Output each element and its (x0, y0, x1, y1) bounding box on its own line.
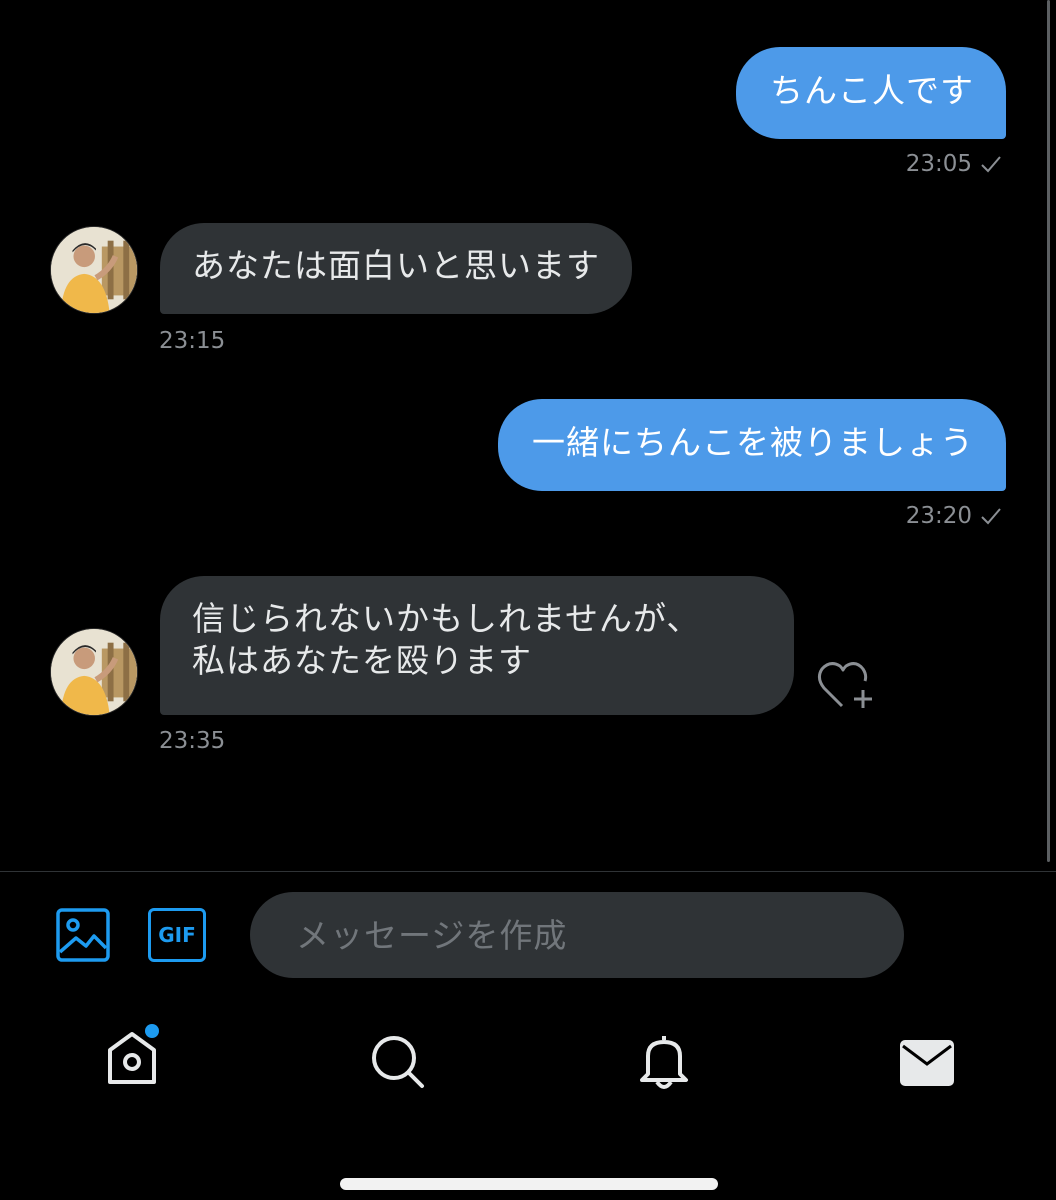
message-timestamp: 23:05 (905, 151, 972, 177)
gif-icon[interactable]: GIF (148, 908, 206, 962)
home-indicator[interactable] (340, 1178, 718, 1190)
sender-avatar[interactable] (50, 628, 138, 716)
message-meta: 23:15 (159, 328, 225, 354)
mail-icon (900, 1040, 954, 1086)
incoming-message-bubble[interactable]: 信じられないかもしれませんが、 私はあなたを殴ります (160, 576, 794, 715)
sender-avatar[interactable] (50, 226, 138, 314)
nav-search[interactable] (370, 1034, 426, 1090)
nav-messages[interactable] (900, 1040, 954, 1086)
search-icon (372, 1036, 424, 1088)
message-composer[interactable] (250, 892, 904, 978)
dm-screen: ちんこ人です 23:05 あなたは面白いと思います 23:15 一緒にちんこを被… (0, 0, 1056, 1200)
nav-home[interactable] (104, 1024, 164, 1088)
message-timestamp: 23:35 (159, 728, 226, 754)
message-timestamp: 23:15 (159, 328, 226, 354)
voice-wave-icon[interactable] (950, 912, 998, 960)
gif-label: GIF (158, 923, 196, 947)
message-text-line: 私はあなたを殴ります (192, 641, 532, 680)
bell-icon (640, 1036, 688, 1089)
outgoing-message-bubble[interactable]: ちんこ人です (736, 47, 1006, 139)
message-meta: 23:05 (906, 151, 1002, 177)
avatar-photo (51, 227, 137, 313)
message-meta: 23:35 (159, 728, 225, 754)
incoming-message-bubble[interactable]: あなたは面白いと思います (160, 223, 632, 314)
message-input[interactable] (296, 915, 856, 955)
composer-divider (0, 871, 1056, 872)
avatar-photo (51, 629, 137, 715)
notification-dot (145, 1024, 159, 1038)
heart-plus-icon[interactable] (816, 658, 876, 712)
outgoing-message-bubble[interactable]: 一緒にちんこを被りましょう (498, 399, 1006, 491)
check-icon (981, 156, 1001, 173)
scroll-indicator[interactable] (1047, 0, 1050, 862)
message-text: あなたは面白いと思います (192, 246, 600, 285)
image-icon[interactable] (56, 908, 110, 962)
message-meta: 23:20 (906, 503, 1002, 529)
message-text: 一緒にちんこを被りましょう (532, 423, 974, 462)
message-text: ちんこ人です (770, 71, 974, 110)
nav-notifications[interactable] (636, 1032, 692, 1090)
check-icon (981, 508, 1001, 525)
message-text-line: 信じられないかもしれませんが、 (192, 599, 701, 638)
message-timestamp: 23:20 (905, 503, 972, 529)
home-icon (108, 1024, 159, 1084)
